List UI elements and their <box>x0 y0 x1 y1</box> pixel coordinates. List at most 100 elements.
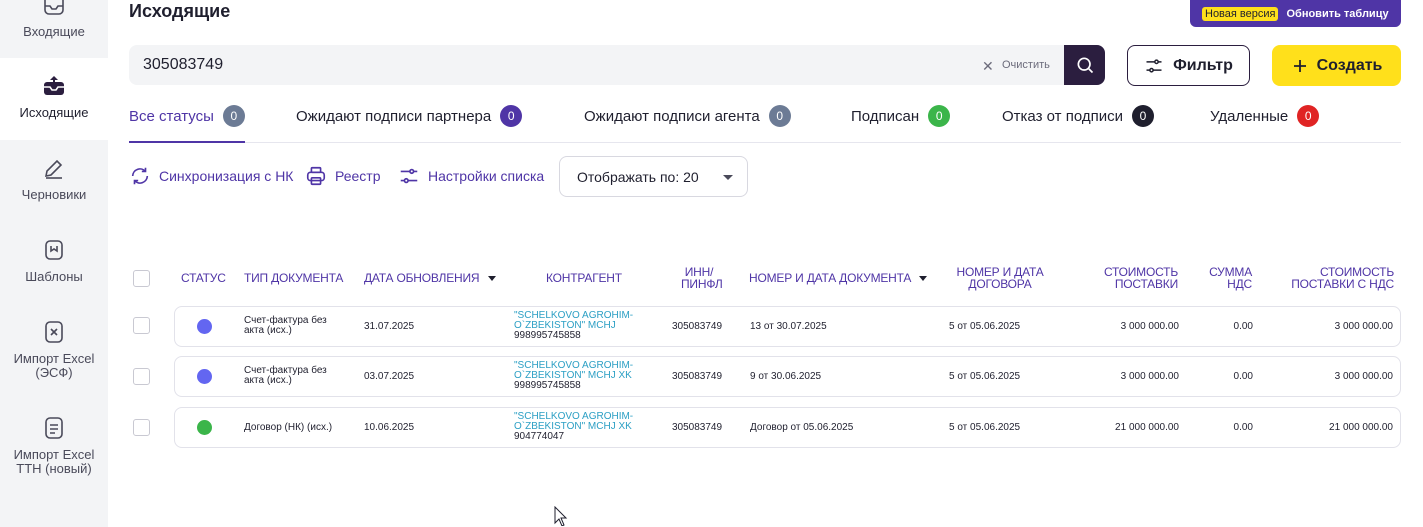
sidebar-item-import-excel-ttn[interactable]: Импорт Excel ТТН (новый) <box>0 415 108 476</box>
cell-contract: 5 от 05.06.2025 <box>949 422 1021 433</box>
row-checkbox[interactable] <box>133 368 150 385</box>
clear-icon[interactable]: ✕ <box>982 58 994 75</box>
tab-awaiting-partner[interactable]: Ожидают подписи партнера 0 <box>296 105 523 127</box>
column-header-vat[interactable]: СУММА НДС <box>1192 266 1252 290</box>
cell-inn: 305083749 <box>672 321 723 332</box>
new-version-badge: Новая версия <box>1202 6 1279 21</box>
count-badge: 0 <box>500 105 523 127</box>
sidebar-item-label: Импорт Excel (ЭСФ) <box>13 351 95 380</box>
tab-signed[interactable]: Подписан 0 <box>851 105 951 127</box>
sidebar-item-label: Импорт Excel ТТН (новый) <box>13 447 95 476</box>
table-row[interactable]: Договор (НК) (исх.) 10.06.2025 "SCHELKOV… <box>174 407 1401 448</box>
tab-all-statuses[interactable]: Все статусы 0 <box>129 105 245 143</box>
column-header-label: НОМЕР И ДАТА ДОКУМЕНТА <box>749 271 912 285</box>
cell-partner[interactable]: "SCHELKOVO AGROHIM- O`ZBEKISTON" MCHJ 9989… <box>514 311 633 341</box>
table-row[interactable]: Счет-фактура без акта (исх.) 03.07.2025 "… <box>174 356 1401 397</box>
tab-awaiting-agent[interactable]: Ожидают подписи агента 0 <box>584 105 791 127</box>
row-checkbox[interactable] <box>133 419 150 436</box>
per-page-select[interactable]: Отображать по: 20 <box>559 156 748 197</box>
cell-supply-cost: 3 000 000.00 <box>1120 321 1179 332</box>
page-title: Исходящие <box>129 1 231 21</box>
filter-button-label: Фильтр <box>1173 56 1233 74</box>
excel-file-icon <box>41 415 67 441</box>
sidebar-item-import-excel-esf[interactable]: Импорт Excel (ЭСФ) <box>0 319 108 380</box>
column-header-status[interactable]: СТАТУС <box>181 272 226 284</box>
registry-label: Реестр <box>335 168 381 184</box>
pencil-icon <box>41 155 67 181</box>
cell-supply-cost: 3 000 000.00 <box>1120 371 1179 382</box>
filter-button[interactable]: Фильтр <box>1127 45 1250 86</box>
column-header-contract[interactable]: НОМЕР И ДАТА ДОГОВОРА <box>950 266 1050 290</box>
tab-label: Ожидают подписи агента <box>584 107 760 125</box>
sidebar-item-outbox[interactable]: Исходящие <box>0 58 108 140</box>
search-input[interactable]: 305083749 <box>143 56 223 74</box>
cell-partner[interactable]: "SCHELKOVO AGROHIM- O`ZBEKISTON" MCHJ XK 9… <box>514 361 633 391</box>
sidebar: Входящие Исходящие Черновики Шаблоны Имп… <box>0 0 108 527</box>
column-header-inn[interactable]: ИНН/ ПИНФЛ <box>681 266 723 290</box>
table-row[interactable]: Счет-фактура без акта (исх.) 31.07.2025 "… <box>174 306 1401 347</box>
row-checkbox[interactable] <box>133 317 150 334</box>
cell-total: 21 000 000.00 <box>1329 422 1393 433</box>
sidebar-item-drafts[interactable]: Черновики <box>0 155 108 202</box>
count-badge: 0 <box>222 105 245 127</box>
search-button[interactable] <box>1064 45 1105 85</box>
status-tabs: Все статусы 0 Ожидают подписи партнера 0… <box>129 101 1401 143</box>
sidebar-item-label: Шаблоны <box>25 269 83 284</box>
cell-doc-number: Договор от 05.06.2025 <box>750 422 854 433</box>
clear-search-button[interactable]: Очистить <box>1002 59 1050 71</box>
sync-button[interactable]: Синхронизация с НК <box>129 165 293 187</box>
cell-vat: 0.00 <box>1233 422 1253 433</box>
outbox-icon <box>41 73 67 99</box>
column-header-supply-cost[interactable]: СТОИМОСТЬ ПОСТАВКИ <box>1078 266 1178 290</box>
printer-icon <box>306 166 326 186</box>
sort-down-icon[interactable] <box>487 276 496 282</box>
count-badge: 0 <box>768 105 791 127</box>
column-header-doc-type[interactable]: ТИП ДОКУМЕНТА <box>244 272 343 284</box>
column-header-label: НДС <box>1227 277 1252 291</box>
search-icon <box>1077 57 1093 74</box>
select-all-checkbox[interactable] <box>133 270 150 287</box>
list-settings-label: Настройки списка <box>428 168 545 184</box>
new-version-banner[interactable]: Новая версия Обновить таблицу <box>1190 0 1401 27</box>
search-bar[interactable]: 305083749 ✕ Очистить <box>129 45 1105 85</box>
status-dot <box>197 319 212 334</box>
sliders-icon <box>400 168 418 184</box>
cell-updated: 03.07.2025 <box>364 371 415 382</box>
column-header-label: ПОСТАВКИ <box>1114 277 1178 291</box>
cell-total: 3 000 000.00 <box>1334 321 1393 332</box>
refresh-icon <box>131 167 149 185</box>
cell-doc-type: Счет-фактура без акта (исх.) <box>244 365 327 386</box>
chevron-down-icon <box>723 175 733 180</box>
inbox-icon <box>41 0 67 18</box>
cell-inn: 305083749 <box>672 422 723 433</box>
registry-button[interactable]: Реестр <box>305 165 381 187</box>
sidebar-item-inbox[interactable]: Входящие <box>0 0 108 39</box>
cell-vat: 0.00 <box>1233 371 1253 382</box>
cell-inn: 305083749 <box>672 371 723 382</box>
list-settings-button[interactable]: Настройки списка <box>398 165 544 187</box>
per-page-value: Отображать по: 20 <box>577 168 699 185</box>
bookmark-icon <box>41 237 67 263</box>
column-header-total[interactable]: СТОИМОСТЬ ПОСТАВКИ С НДС <box>1264 266 1394 290</box>
tab-deleted[interactable]: Удаленные 0 <box>1210 105 1320 127</box>
sync-label: Синхронизация с НК <box>159 168 294 184</box>
cell-doc-type: Счет-фактура без акта (исх.) <box>244 315 327 336</box>
count-badge: 0 <box>1131 105 1154 127</box>
cell-supply-cost: 21 000 000.00 <box>1115 422 1179 433</box>
sidebar-item-templates[interactable]: Шаблоны <box>0 237 108 284</box>
column-header-updated[interactable]: ДАТА ОБНОВЛЕНИЯ <box>364 272 496 284</box>
sidebar-item-label: Входящие <box>23 24 85 39</box>
column-header-label: ДАТА ОБНОВЛЕНИЯ <box>364 271 480 285</box>
tab-label: Отказ от подписи <box>1002 107 1123 125</box>
sort-down-icon[interactable] <box>919 276 928 282</box>
tab-rejected[interactable]: Отказ от подписи 0 <box>1002 105 1154 127</box>
column-header-partner[interactable]: КОНТРАГЕНТ <box>546 272 622 284</box>
cell-partner[interactable]: "SCHELKOVO AGROHIM- O`ZBEKISTON" MCHJ XK 9… <box>514 412 633 442</box>
column-header-doc-number[interactable]: НОМЕР И ДАТА ДОКУМЕНТА <box>749 271 928 285</box>
cell-doc-type: Договор (НК) (исх.) <box>244 422 333 433</box>
cell-contract: 5 от 05.06.2025 <box>949 371 1021 382</box>
refresh-table-link[interactable]: Обновить таблицу <box>1286 8 1388 20</box>
excel-file-icon <box>41 319 67 345</box>
column-header-label: ПОСТАВКИ С НДС <box>1291 277 1394 291</box>
create-button[interactable]: Создать <box>1272 45 1401 86</box>
